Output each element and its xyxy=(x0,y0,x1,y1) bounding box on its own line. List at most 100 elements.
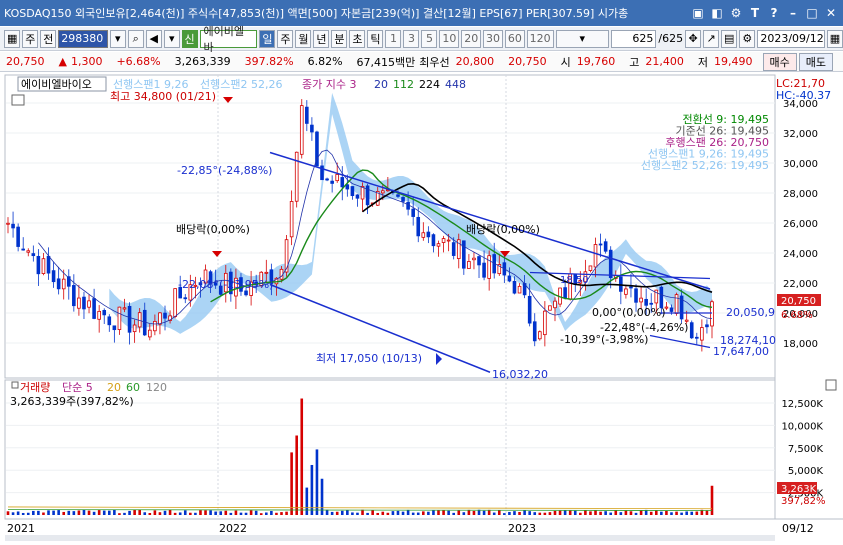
minimize-icon[interactable]: – xyxy=(785,5,801,21)
candle-body xyxy=(11,223,15,229)
chevron-down-icon[interactable]: ▾ xyxy=(163,29,180,48)
period-second-tab[interactable]: 초 xyxy=(349,29,366,48)
settings-icon[interactable]: ⚙ xyxy=(728,5,744,21)
tools-icon[interactable]: ✥ xyxy=(685,29,702,48)
stock-code-input[interactable]: 298380 xyxy=(58,29,108,48)
draw-icon[interactable]: ↗ xyxy=(703,29,720,48)
interval-20-button[interactable]: 20 xyxy=(461,29,482,48)
volume-bar xyxy=(665,510,668,515)
close-panel-icon[interactable] xyxy=(825,379,837,391)
candle-body xyxy=(16,226,20,247)
volume-panel-icon[interactable] xyxy=(11,381,19,389)
volume-bar xyxy=(67,510,71,515)
date-input[interactable]: 2023/09/12 xyxy=(757,29,825,48)
candle-body xyxy=(451,242,456,256)
candle-body xyxy=(244,290,248,296)
candle-body xyxy=(117,306,122,330)
volume-bar xyxy=(254,510,258,515)
last-price-pct: 6.68% xyxy=(781,310,813,321)
stock-name[interactable]: 에이비엘바 xyxy=(199,25,258,54)
interval-5-button[interactable]: 5 xyxy=(421,29,438,48)
prefix-button[interactable]: 전 xyxy=(40,29,57,48)
interval-3-button[interactable]: 3 xyxy=(403,29,420,48)
candle-body xyxy=(644,298,648,306)
volume-bar xyxy=(594,510,597,515)
maximize-icon[interactable]: □ xyxy=(804,5,820,21)
volume-bar xyxy=(548,512,552,515)
candle-body xyxy=(122,307,127,310)
calendar-icon[interactable]: ▦ xyxy=(826,29,843,48)
search-icon[interactable]: ⌕ xyxy=(127,29,144,48)
help-icon[interactable]: ? xyxy=(766,5,782,21)
period-year-tab[interactable]: 년 xyxy=(313,29,330,48)
volume-current: 3,263,339주(397,82%) xyxy=(10,395,134,408)
volume-bar xyxy=(138,509,141,515)
interval-select[interactable]: ▾ xyxy=(555,29,609,48)
interval-60-button[interactable]: 60 xyxy=(504,29,525,48)
volume-bar xyxy=(285,511,288,515)
volume-bar xyxy=(128,510,131,515)
buy-button[interactable]: 매수 xyxy=(762,52,797,71)
legend-close: 종가 지수 3 xyxy=(302,78,356,91)
candle-body xyxy=(705,324,709,328)
stock-chart[interactable]: 34,00032,00030,00028,00026,00024,00022,0… xyxy=(0,73,843,542)
period-minute-tab[interactable]: 분 xyxy=(331,29,348,48)
close-icon[interactable]: ✕ xyxy=(823,5,839,21)
period-week-tab[interactable]: 주 xyxy=(277,29,294,48)
volume-bar xyxy=(589,511,592,515)
candle-body xyxy=(173,288,177,317)
save-icon[interactable]: ▤ xyxy=(721,29,738,48)
interval-30-button[interactable]: 30 xyxy=(483,29,503,48)
interval-1-button[interactable]: 1 xyxy=(385,29,402,48)
volume-bar xyxy=(249,510,253,515)
chart-area[interactable]: 34,000 32,000 30,000 28,000 26,000 24,000 22,0… xyxy=(0,73,843,542)
candle-body xyxy=(553,300,557,309)
speaker-icon[interactable]: ◀ xyxy=(145,29,162,48)
text-icon[interactable]: T xyxy=(747,5,763,21)
volume-bar xyxy=(133,509,136,515)
volume-legend-ma60: 60 xyxy=(126,381,140,394)
best-quote-label: 최우선 xyxy=(419,55,450,69)
volume-bar xyxy=(153,510,157,515)
volume-bar xyxy=(634,512,638,515)
period-month-tab[interactable]: 월 xyxy=(295,29,312,48)
sell-button[interactable]: 매도 xyxy=(798,52,834,71)
price-tick-label: 28,000 xyxy=(783,189,818,200)
candle-body xyxy=(649,302,654,305)
high-label: 고 xyxy=(629,55,640,69)
price-tick-label: 26,000 xyxy=(783,219,818,230)
grid-icon[interactable]: ▦ xyxy=(4,29,21,48)
link-icon[interactable]: ▣ xyxy=(690,5,706,21)
gear-icon[interactable]: ⚙ xyxy=(739,29,756,48)
price-change: 1,300 xyxy=(70,55,103,68)
candle-body xyxy=(472,257,476,261)
candle-body xyxy=(659,286,664,309)
chart-toolbar: ▦ 주 전 298380 ▾ ⌕ ◀ ▾ 신 에이비엘바 일 주 월 년 분 초… xyxy=(0,25,843,54)
horizontal-scrollbar[interactable] xyxy=(5,535,775,541)
candle-body xyxy=(436,243,441,247)
window-titlebar: KOSDAQ150 외국인보유[2,464(천)] 주식수[47,853(천)]… xyxy=(0,0,843,26)
volume-bar xyxy=(224,510,228,515)
volume-bar xyxy=(16,511,20,515)
candle-body xyxy=(411,208,415,217)
candle-body xyxy=(700,327,704,341)
chevron-down-icon[interactable]: ▾ xyxy=(109,29,126,48)
candle-body xyxy=(61,278,66,290)
layout-icon[interactable]: ◧ xyxy=(709,5,725,21)
candle-body xyxy=(56,278,61,290)
candle-body xyxy=(416,216,421,237)
period-day-tab[interactable]: 일 xyxy=(259,29,276,48)
period-tick-tab[interactable]: 틱 xyxy=(367,29,384,48)
table-icon[interactable] xyxy=(11,94,25,106)
candle-body xyxy=(619,276,623,292)
candle-body xyxy=(462,240,466,269)
best-ask: 20,750 xyxy=(508,55,547,68)
volume-bar xyxy=(82,509,86,515)
volume-bar xyxy=(204,510,207,515)
interval-120-button[interactable]: 120 xyxy=(526,29,554,48)
volume-bar xyxy=(239,512,243,515)
volume-bar xyxy=(386,512,390,515)
type-select[interactable]: 주 xyxy=(22,29,39,48)
count-input[interactable]: 625 xyxy=(610,29,657,48)
interval-10-button[interactable]: 10 xyxy=(439,29,460,48)
